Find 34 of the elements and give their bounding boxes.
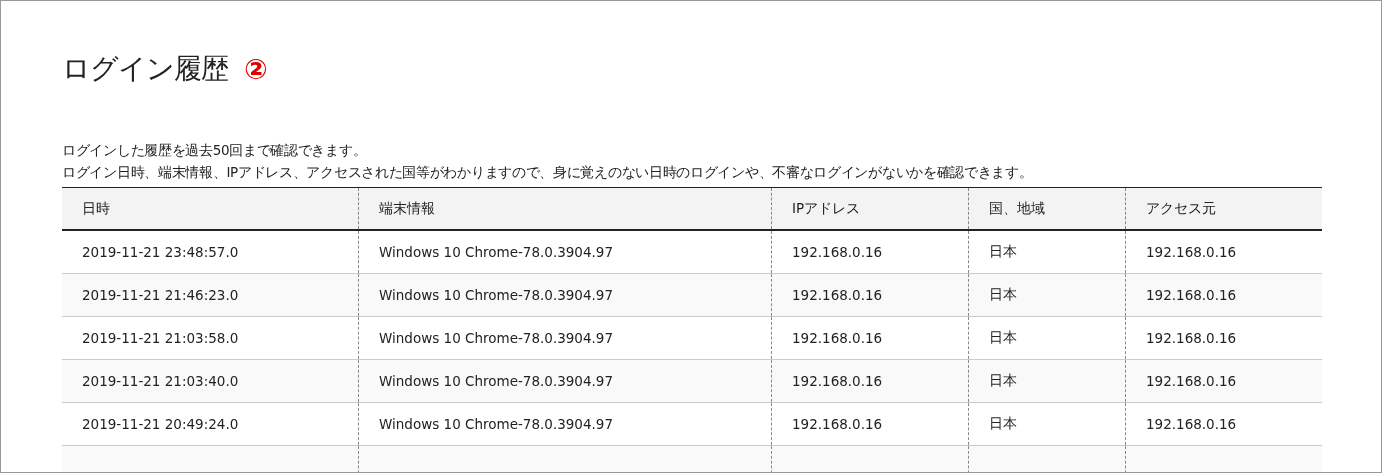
table-cell: Windows 10 Chrome-78.0.3904.97 xyxy=(379,416,614,432)
table-cell: 192.168.0.16 xyxy=(792,287,883,303)
table-cell: Windows 10 Chrome-78.0.3904.97 xyxy=(379,244,614,260)
table-cell: 2019-11-21 23:48:57.0 xyxy=(82,244,239,260)
description-text: ログインした履歴を過去50回まで確認できます。 xyxy=(62,141,368,160)
table-cell: 192.168.0.16 xyxy=(1146,330,1237,346)
table-cell: 2019-11-21 21:03:58.0 xyxy=(82,330,239,346)
table-cell: 日本 xyxy=(989,329,1017,347)
table-cell: 192.168.0.16 xyxy=(1146,287,1237,303)
column-header: アクセス元 xyxy=(1146,199,1216,218)
page-title: ログイン履歴 xyxy=(62,51,228,87)
table-cell: Windows 10 Chrome-78.0.3904.97 xyxy=(379,373,614,389)
table-cell: Windows 10 Chrome-78.0.3904.97 xyxy=(379,287,614,303)
table-cell: 日本 xyxy=(989,415,1017,433)
table-cell: 192.168.0.16 xyxy=(1146,373,1237,389)
table-cell: 192.168.0.16 xyxy=(1146,416,1237,432)
table-cell: 2019-11-21 21:03:40.0 xyxy=(82,373,239,389)
description-text: ログイン日時、端末情報、IPアドレス、アクセスされた国等がわかりますので、身に覚えのない日時のログインや、不審なログインがないかを確認できます。 xyxy=(62,163,1034,182)
column-header: 日時 xyxy=(82,199,110,218)
table-cell: 192.168.0.16 xyxy=(792,244,883,260)
table-cell: Windows 10 Chrome-78.0.3904.97 xyxy=(379,330,614,346)
step-number: ② xyxy=(244,52,268,86)
table-cell: 192.168.0.16 xyxy=(792,373,883,389)
table-cell: 2019-11-21 21:46:23.0 xyxy=(82,287,239,303)
table-cell: 192.168.0.16 xyxy=(792,330,883,346)
table-cell: 日本 xyxy=(989,243,1017,261)
column-header: IPアドレス xyxy=(792,199,861,218)
table-cell: 日本 xyxy=(989,286,1017,304)
table-cell: 2019-11-21 20:49:24.0 xyxy=(82,416,239,432)
column-header: 国、地域 xyxy=(989,199,1045,218)
table-cell: 192.168.0.16 xyxy=(792,416,883,432)
table-cell: 192.168.0.16 xyxy=(1146,244,1237,260)
table-cell: 日本 xyxy=(989,372,1017,390)
column-header: 端末情報 xyxy=(379,199,435,218)
